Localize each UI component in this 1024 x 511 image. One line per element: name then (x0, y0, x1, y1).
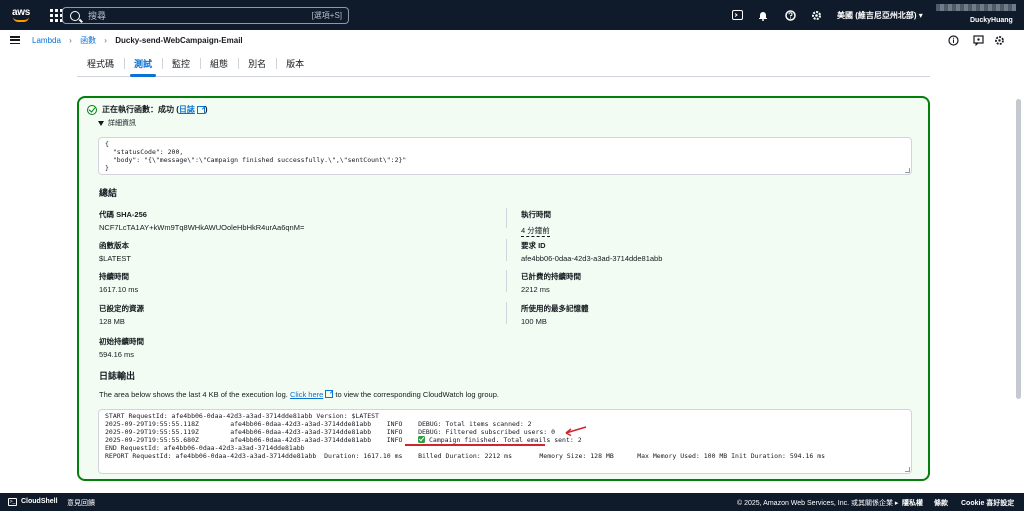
tab-versions[interactable]: 版本 (276, 51, 314, 76)
tab-code[interactable]: 程式碼 (77, 51, 124, 76)
breadcrumb-bar: Lambda › 函數 › Ducky-send-WebCampaign-Ema… (0, 30, 1024, 50)
cloudwatch-link[interactable]: Click here (290, 390, 323, 399)
logs-link[interactable]: 日誌 (179, 104, 195, 115)
settings-icon[interactable] (994, 35, 1005, 46)
success-check-icon (87, 104, 97, 115)
feedback-icon[interactable] (973, 35, 984, 47)
summary-configured-resources: 已設定的資源 128 MB (99, 304, 144, 326)
privacy-link[interactable]: 隱私權 (902, 498, 923, 508)
search-input[interactable] (88, 10, 288, 21)
execution-status: 正在執行函數：成功 ( 日誌 ) (87, 104, 208, 115)
caret-down-icon (98, 120, 104, 126)
summary-billed-duration: 已計費的持續時間 2212 ms (521, 272, 581, 294)
annotation-underline (405, 444, 545, 446)
account-menu[interactable]: DuckyHuang (970, 17, 1013, 24)
terms-link[interactable]: 條款 (934, 498, 948, 508)
search-box[interactable]: [選項+S] (62, 7, 349, 24)
aws-logo[interactable]: aws (6, 0, 36, 30)
menu-icon[interactable] (10, 36, 20, 44)
log-line: 2025-09-29T19:55:55.119Z afe4bb06-0daa-4… (105, 428, 556, 436)
cloudshell-icon[interactable] (731, 9, 743, 21)
cloudshell-button[interactable]: CloudShell (21, 498, 58, 505)
footer: >_ CloudShell 意見回饋 © 2025, Amazon Web Se… (0, 493, 1024, 511)
function-tabs: 程式碼 測試 監控 組態 別名 版本 (77, 52, 930, 77)
external-link-icon (325, 390, 334, 398)
tab-monitor[interactable]: 監控 (162, 51, 200, 76)
summary-request-id: 要求 ID afe4bb06-0daa-42d3-a3ad-3714dde81a… (521, 241, 663, 263)
breadcrumb-lambda[interactable]: Lambda (32, 36, 61, 45)
summary-duration: 持續時間 1617.10 ms (99, 272, 139, 294)
bell-icon[interactable] (757, 9, 769, 21)
external-link-icon (196, 105, 205, 114)
log-description: The area below shows the last 4 KB of th… (99, 390, 499, 399)
resize-handle[interactable] (905, 467, 910, 472)
info-icon[interactable] (948, 35, 959, 46)
summary-max-memory: 所使用的最多記憶體 100 MB (521, 304, 589, 326)
breadcrumb-current: Ducky-send-WebCampaign-Email (115, 35, 243, 45)
chevron-right-icon: › (69, 35, 72, 45)
cloudshell-icon[interactable]: >_ (8, 498, 17, 506)
summary-init-duration: 初始持續時間 594.16 ms (99, 337, 144, 359)
breadcrumb-functions[interactable]: 函數 (80, 36, 96, 45)
chevron-right-icon: › (104, 35, 107, 45)
account-id-redacted (936, 4, 1016, 11)
resize-handle[interactable] (905, 168, 910, 173)
cookie-preferences-link[interactable]: Cookie 喜好設定 (961, 498, 1014, 508)
tab-configuration[interactable]: 組態 (200, 51, 238, 76)
summary-sha256: 代碼 SHA-256 NCF7LcTA1AY+kWm9Tq8WHkAWUOole… (99, 210, 305, 232)
top-navigation: aws [選項+S] 美國 (維吉尼亞州北部) ▾ DuckyHuang (0, 0, 1024, 30)
tab-test[interactable]: 測試 (124, 51, 162, 77)
log-line: REPORT RequestId: afe4bb06-0daa-42d3-a3a… (105, 452, 826, 460)
summary-execution-time: 執行時間 4 分鐘前 (521, 210, 551, 237)
execution-result-panel: 正在執行函數：成功 ( 日誌 ) 詳細資訊 { "statusCode": 20… (77, 96, 930, 481)
breadcrumb: Lambda › 函數 › Ducky-send-WebCampaign-Ema… (32, 35, 243, 46)
check-mark-emoji-icon (418, 436, 426, 443)
log-output[interactable]: START RequestId: afe4bb06-0daa-42d3-a3ad… (98, 409, 912, 474)
help-icon[interactable] (784, 9, 796, 21)
summary-title: 總結 (99, 188, 118, 198)
log-line: 2025-09-29T19:55:55.118Z afe4bb06-0daa-4… (105, 420, 532, 428)
summary-function-version: 函數版本 $LATEST (99, 241, 131, 263)
page-scrollbar[interactable] (1016, 99, 1021, 399)
search-icon (70, 10, 80, 21)
log-output-title: 日誌輸出 (99, 371, 136, 381)
log-highlight-text: Campaign finished. Total emails sent: 2 (425, 436, 582, 444)
gear-icon[interactable] (810, 9, 822, 21)
search-shortcut: [選項+S] (311, 11, 342, 20)
tab-aliases[interactable]: 別名 (238, 51, 276, 76)
copyright-text: © 2025, Amazon Web Services, Inc. 或其關係企業… (737, 500, 899, 507)
details-section: 詳細資訊 (98, 118, 913, 128)
response-output[interactable]: { "statusCode": 200, "body": "{\"message… (98, 137, 912, 175)
region-selector[interactable]: 美國 (維吉尼亞州北部) ▾ (837, 10, 923, 21)
log-line: 2025-09-29T19:55:55.680Z afe4bb06-0daa-4… (105, 436, 582, 444)
log-line: START RequestId: afe4bb06-0daa-42d3-a3ad… (105, 412, 379, 420)
annotation-arrow-icon (565, 426, 587, 437)
feedback-button[interactable]: 意見回饋 (67, 498, 95, 508)
details-toggle[interactable]: 詳細資訊 (98, 118, 913, 128)
